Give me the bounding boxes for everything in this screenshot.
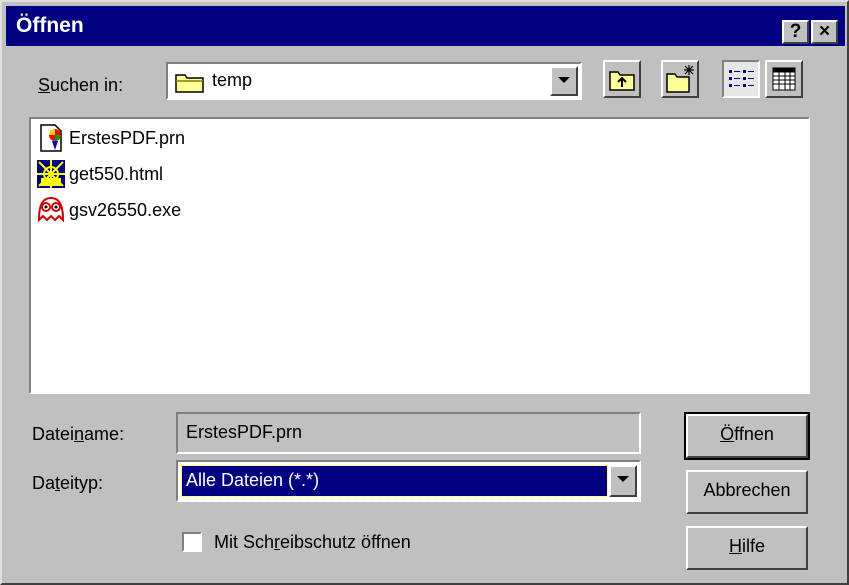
file-list[interactable]: ErstesPDF.prn get550.html gsv26550.exe [29, 117, 810, 394]
lookin-label: Suchen in: [38, 75, 124, 95]
filename-input[interactable]: ErstesPDF.prn [176, 412, 641, 454]
list-view-button[interactable] [722, 60, 760, 98]
list-view-icon [729, 70, 754, 87]
filename-value: ErstesPDF.prn [186, 422, 303, 442]
filetype-selection: Alle Dateien (*.*) [181, 465, 608, 497]
printer-file-icon [40, 124, 62, 152]
open-dialog: Öffnen ? × Suchen in: temp ErstesPDF.prn… [0, 0, 849, 585]
cancel-button[interactable]: Abbrechen [686, 470, 808, 514]
question-mark-icon: ? [789, 21, 802, 42]
help-title-button[interactable]: ? [782, 20, 809, 44]
filetype-value: Alle Dateien (*.*) [186, 470, 320, 490]
lookin-combobox[interactable]: temp [166, 62, 582, 100]
open-button[interactable]: Öffnen [684, 412, 810, 460]
up-folder-button[interactable] [603, 60, 641, 98]
dialog-title: Öffnen [16, 14, 84, 37]
help-button[interactable]: Hilfe [686, 526, 808, 570]
html-file-icon [37, 160, 65, 188]
new-folder-button[interactable] [661, 60, 699, 98]
details-view-button[interactable] [765, 60, 803, 98]
file-item[interactable]: ErstesPDF.prn [35, 121, 185, 155]
filename-label: Dateiname: [32, 424, 125, 444]
filetype-combobox[interactable]: Alle Dateien (*.*) [176, 460, 641, 502]
title-bar: Öffnen ? × [6, 6, 845, 46]
filetype-label: Dateityp: [32, 473, 104, 493]
file-name: get550.html [69, 163, 164, 184]
folder-icon [175, 74, 204, 93]
close-title-button[interactable]: × [811, 20, 838, 44]
file-name: gsv26550.exe [69, 199, 182, 220]
readonly-label: Mit Schreibschutz öffnen [214, 532, 411, 552]
new-folder-icon [666, 65, 694, 93]
details-view-icon [772, 67, 796, 91]
file-item[interactable]: get550.html [35, 157, 163, 191]
close-icon: × [818, 21, 831, 42]
filetype-dropdown-button[interactable] [609, 465, 637, 497]
readonly-checkbox[interactable] [182, 532, 202, 552]
lookin-dropdown-button[interactable] [550, 66, 578, 96]
lookin-value: temp [212, 70, 253, 90]
ghostscript-exe-icon [37, 196, 65, 223]
file-name: ErstesPDF.prn [69, 127, 186, 148]
file-item[interactable]: gsv26550.exe [35, 193, 181, 227]
up-folder-icon [609, 71, 635, 91]
